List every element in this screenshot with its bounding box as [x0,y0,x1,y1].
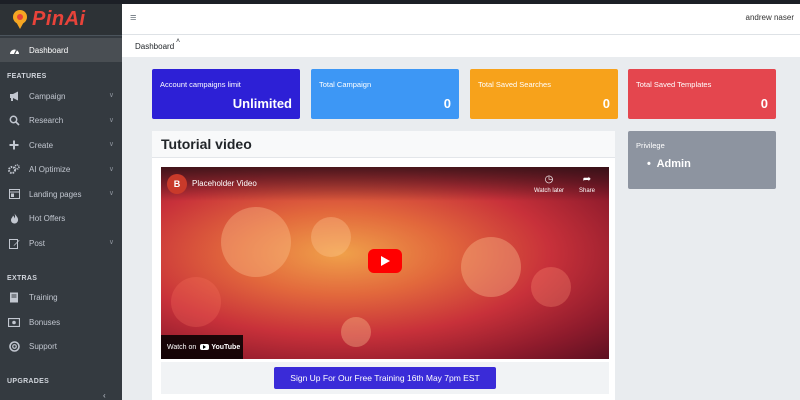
chevron-down-icon: ∨ [108,141,114,148]
video-bokeh [341,317,371,347]
card-value: 0 [760,96,768,111]
fire-icon [8,213,20,225]
chevron-down-icon: ∨ [108,92,114,99]
collapse-sidebar-icon[interactable]: ‹ [103,391,106,400]
card-title: Total Campaign [319,80,372,89]
sidebar-item-hot-offers[interactable]: Hot Offers [0,207,122,232]
search-icon [8,115,20,127]
share-button[interactable]: ➦ Share [568,174,606,194]
sidebar-item-label: AI Optimize [29,165,71,175]
gears-icon [8,164,20,176]
youtube-icon [200,344,210,350]
topbar: ≡ andrew naser [122,4,800,35]
menu-toggle-icon[interactable]: ≡ [130,12,136,24]
watch-later-button[interactable]: ◷ Watch later [530,174,568,194]
sidebar-section-features: FEATURES [7,73,47,80]
share-label: Share [578,188,595,194]
privilege-item-label: Admin [656,158,691,170]
sidebar-section-extras: EXTRAS [7,274,38,282]
video-bokeh [461,237,521,297]
dashboard-icon [8,44,20,56]
sidebar-item-label: Post [29,238,46,248]
chevron-down-icon: ∨ [108,239,114,246]
card-value: 0 [443,96,451,111]
watch-on-label: Watch on [167,343,197,351]
card-total-campaign: Total Campaign 0 [311,69,459,119]
sidebar-item-landing-pages[interactable]: Landing pages ∨ [0,182,122,207]
sidebar-item-label: Research [29,116,64,126]
map-pin-icon [12,9,28,30]
sidebar-item-ai-optimize[interactable]: AI Optimize ∨ [0,158,122,183]
sidebar-section-upgrades: UPGRADES [7,378,50,385]
panel-title: Tutorial video [152,131,615,158]
book-icon [8,292,20,304]
chevron-down-icon: ∨ [108,165,114,173]
cursor-icon: ˄ [176,38,181,45]
channel-avatar[interactable]: B [167,174,187,194]
privilege-title: Privilege [636,141,665,150]
sidebar-item-research[interactable]: Research ∨ [0,109,122,134]
card-title: Account campaigns limit [160,80,241,89]
video-player[interactable]: B Placeholder Video ◷ Watch later ➦ Shar… [161,167,609,359]
signup-bar: Sign Up For Our Free Training 16th May 7… [161,362,609,394]
sidebar-item-label: Training [29,293,58,303]
tutorial-panel: Tutorial video B Placeholder Video ◷ Wat… [152,131,615,400]
sidebar-item-dashboard[interactable]: Dashboard [0,38,122,62]
play-icon [381,256,390,266]
sidebar-item-training[interactable]: Training [0,286,122,311]
sidebar-item-label: Landing pages [29,189,82,199]
card-total-saved-searches: Total Saved Searches 0 [470,69,618,119]
play-button[interactable] [368,249,402,273]
watch-later-label: Watch later [533,188,565,194]
money-icon [8,316,20,328]
landing-page-icon [8,188,20,200]
sidebar-item-label: Dashboard [29,45,69,55]
sidebar-item-label: Campaign [29,91,66,101]
sidebar-item-label: Hot Offers [29,214,66,224]
card-total-saved-templates: Total Saved Templates 0 [628,69,776,119]
youtube-logo: YouTube [200,344,240,351]
breadcrumb-bar: Dashboard ˄ [122,35,800,57]
video-bokeh [531,267,571,307]
youtube-label: YouTube [211,343,241,351]
sidebar-item-post[interactable]: Post ∨ [0,231,122,256]
privilege-item: • Admin [647,158,691,170]
card-title: Total Saved Templates [636,80,712,89]
sidebar-item-label: Support [29,342,58,352]
plus-icon [8,139,20,151]
lifebuoy-icon [8,341,20,353]
sidebar-item-label: Create [29,140,54,150]
share-icon: ➦ [582,174,592,185]
brand-logo[interactable]: PinAi [0,4,122,36]
signup-training-button[interactable]: Sign Up For Our Free Training 16th May 7… [274,367,496,389]
card-account-campaigns-limit: Account campaigns limit Unlimited [152,69,300,119]
watch-on-youtube-button[interactable]: Watch on YouTube [161,335,243,359]
clock-icon: ◷ [544,174,554,185]
card-title: Total Saved Searches [478,80,551,89]
sidebar-item-campaign[interactable]: Campaign ∨ [0,84,122,109]
chevron-down-icon: ∨ [108,116,114,124]
sidebar: PinAi Dashboard FEATURES Campaign ∨ Rese… [0,4,122,400]
breadcrumb: Dashboard [135,42,175,51]
user-menu[interactable]: andrew naser [746,13,794,22]
video-bokeh [221,207,291,277]
chevron-down-icon: ∨ [108,190,114,197]
megaphone-icon [8,90,20,102]
edit-icon [8,237,20,249]
video-bokeh [311,217,351,257]
sidebar-item-label: Bonuses [29,317,61,327]
sidebar-item-bonuses[interactable]: Bonuses [0,310,122,335]
card-value: 0 [602,96,610,111]
brand-name: PinAi [32,8,86,30]
sidebar-item-create[interactable]: Create ∨ [0,133,122,158]
card-value: Unlimited [232,96,292,111]
sidebar-item-support[interactable]: Support [0,335,122,360]
video-bokeh [171,277,221,327]
privilege-card: Privilege • Admin [628,131,776,189]
video-title[interactable]: Placeholder Video [192,179,257,188]
